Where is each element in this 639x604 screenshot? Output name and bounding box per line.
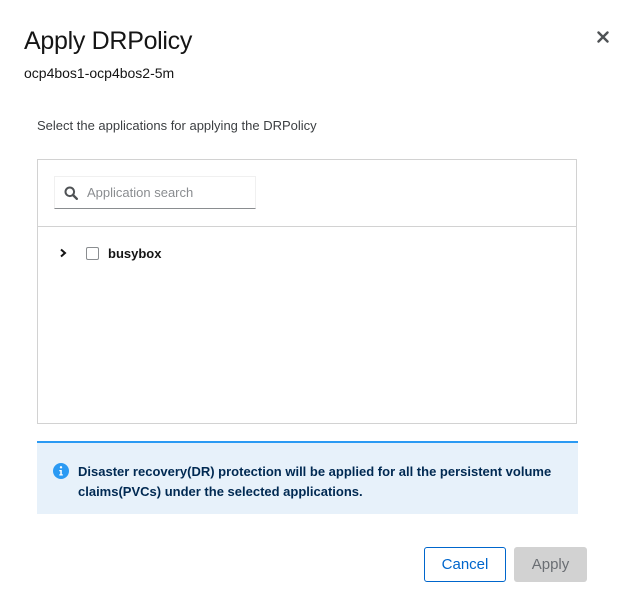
modal-subtitle: ocp4bos1-ocp4bos2-5m [24, 65, 175, 81]
description: Select the applications for applying the… [37, 118, 317, 133]
info-icon [53, 463, 69, 479]
close-icon [597, 31, 609, 43]
application-search-input[interactable] [87, 185, 247, 200]
application-selector-panel: busybox [37, 159, 577, 424]
chevron-right-icon [60, 248, 67, 258]
apply-button[interactable]: Apply [514, 547, 587, 582]
info-alert: Disaster recovery(DR) protection will be… [37, 441, 578, 514]
application-search[interactable] [54, 176, 256, 209]
search-icon [64, 186, 78, 200]
busybox-checkbox[interactable] [86, 246, 99, 260]
modal-title: Apply DRPolicy [24, 27, 193, 55]
tree-item: busybox [38, 242, 161, 264]
panel-toolbar [38, 160, 576, 227]
application-name: busybox [108, 245, 162, 261]
close-button[interactable] [594, 28, 612, 46]
alert-text: Disaster recovery(DR) protection will be… [78, 464, 552, 499]
cancel-button[interactable]: Cancel [424, 547, 506, 582]
expand-toggle[interactable] [57, 247, 69, 259]
